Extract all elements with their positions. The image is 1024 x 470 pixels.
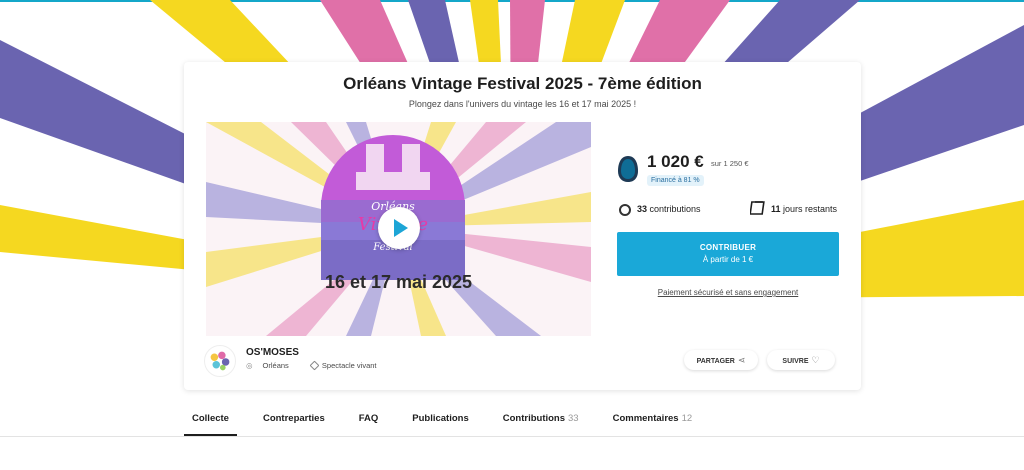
owner-location-text: Orléans — [262, 361, 289, 370]
days-count: 11 — [771, 204, 781, 214]
play-button[interactable] — [378, 207, 420, 249]
contribute-button-sublabel: À partir de 1 € — [702, 255, 754, 264]
heart-icon: ♡ — [811, 355, 820, 365]
tab-commentaires[interactable]: Commentaires 12 — [605, 410, 701, 436]
project-tabs: Collecte Contreparties FAQ Publications … — [184, 410, 718, 436]
owner-category-text: Spectacle vivant — [321, 361, 377, 370]
location-pin-icon: ◎ — [246, 361, 253, 370]
owner-category: Spectacle vivant — [309, 360, 387, 371]
owner-location: ◎ Orléans — [246, 361, 299, 370]
tab-label: Commentaires — [612, 413, 679, 424]
owner-avatar[interactable] — [204, 345, 236, 377]
tab-collecte[interactable]: Collecte — [184, 410, 237, 436]
contributions-stat: 33 contributions — [637, 204, 701, 214]
tab-label: Contributions — [502, 413, 566, 424]
contribute-button-label: CONTRIBUER — [699, 243, 757, 252]
project-title: Orléans Vintage Festival 2025 - 7ème édi… — [343, 74, 702, 93]
share-button[interactable]: PARTAGER ⋖ — [684, 350, 758, 370]
tag-icon — [309, 360, 320, 371]
tabs-divider — [0, 436, 1024, 437]
visual-dates: 16 et 17 mai 2025 — [324, 272, 473, 292]
follow-button[interactable]: SUIVRE ♡ — [767, 350, 835, 370]
tab-faq[interactable]: FAQ — [351, 410, 387, 436]
contributions-count: 33 — [637, 204, 648, 214]
contribute-button[interactable]: CONTRIBUER À partir de 1 € — [617, 232, 839, 276]
share-button-label: PARTAGER — [696, 358, 735, 365]
funding-goal: sur 1 250 € — [711, 159, 749, 168]
tab-contributions[interactable]: Contributions 33 — [495, 410, 587, 436]
tab-label: FAQ — [358, 413, 379, 424]
days-remaining-stat: 11 jours restants — [771, 204, 837, 214]
owner-meta: ◎ Orléans Spectacle vivant — [246, 360, 397, 371]
owner-name[interactable]: OS'MOSES — [246, 347, 299, 358]
tab-count: 33 — [568, 413, 579, 424]
tab-count: 12 — [681, 413, 693, 424]
project-subtitle: Plongez dans l'univers du vintage les 16… — [408, 99, 637, 109]
tab-contreparties[interactable]: Contreparties — [255, 410, 333, 436]
follow-button-label: SUIVRE — [782, 358, 809, 365]
funding-panel: 1 020 € sur 1 250 € Financé à 81 % 33 co… — [617, 150, 839, 340]
contributors-icon — [619, 204, 631, 216]
play-icon — [394, 219, 408, 237]
tab-label: Contreparties — [262, 413, 325, 424]
tab-publications[interactable]: Publications — [404, 410, 476, 436]
project-card: Orléans Vintage Festival 2025 - 7ème édi… — [184, 62, 861, 390]
calendar-icon — [750, 201, 765, 215]
tab-label: Collecte — [192, 413, 229, 424]
days-label: jours restants — [783, 204, 838, 214]
funded-amount: 1 020 € — [647, 152, 704, 171]
piggy-bank-icon — [618, 156, 638, 182]
secure-payment-link[interactable]: Paiement sécurisé et sans engagement — [617, 288, 839, 297]
funded-badge: Financé à 81 % — [647, 175, 704, 186]
project-visual[interactable]: Orléans Vintage Festival 16 et 17 mai 20… — [206, 122, 591, 336]
tab-label: Publications — [412, 413, 469, 424]
share-icon: ⋖ — [737, 355, 746, 365]
contributions-label: contributions — [649, 204, 701, 214]
